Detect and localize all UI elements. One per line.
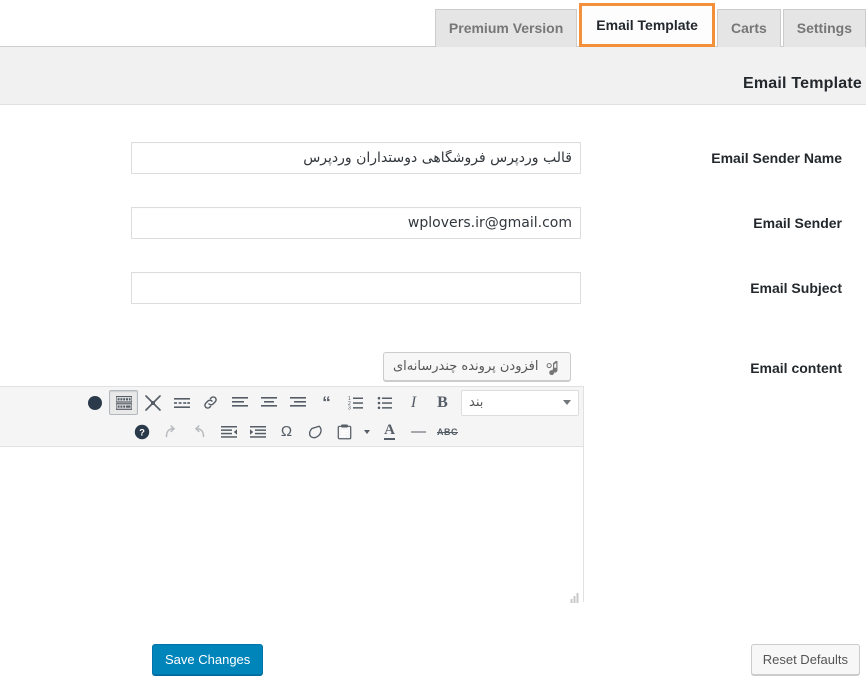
label-email-subject: Email Subject — [750, 280, 842, 296]
tab-premium-version[interactable]: Premium Version — [434, 9, 578, 47]
reset-defaults-button[interactable]: Reset Defaults — [750, 644, 860, 675]
align-right-icon[interactable] — [283, 390, 312, 415]
special-character-icon[interactable]: Ω — [272, 419, 301, 444]
paste-as-text-icon[interactable] — [330, 419, 359, 444]
svg-text:3: 3 — [348, 405, 351, 410]
paragraph-format-value: بند — [469, 395, 484, 410]
editor-resize-handle[interactable] — [568, 591, 580, 603]
tab-carts[interactable]: Carts — [716, 9, 781, 47]
unordered-list-icon[interactable] — [370, 390, 399, 415]
email-subject-input[interactable] — [131, 272, 581, 304]
italic-icon[interactable]: I — [399, 390, 428, 415]
email-sender-input[interactable] — [131, 207, 581, 239]
text-color-icon[interactable]: A — [375, 419, 404, 444]
more-toolbar-icon[interactable] — [80, 390, 109, 415]
rich-text-editor: بند B I 1 2 3 “ ABC — A Ω ? — [0, 386, 584, 605]
ordered-list-icon[interactable]: 1 2 3 — [341, 390, 370, 415]
tab-list: Premium Version Email Template Carts Set… — [433, 3, 866, 47]
tab-settings[interactable]: Settings — [782, 9, 866, 47]
undo-icon[interactable] — [185, 419, 214, 444]
redo-icon[interactable] — [156, 419, 185, 444]
horizontal-rule-icon[interactable]: — — [404, 419, 433, 444]
editor-toolbar: بند B I 1 2 3 “ ABC — A Ω ? — [0, 387, 583, 447]
label-email-sender: Email Sender — [753, 215, 842, 231]
text-color-dropdown-icon[interactable] — [359, 419, 375, 444]
media-icon — [545, 359, 561, 375]
svg-text:?: ? — [139, 427, 145, 438]
email-sender-name-input[interactable] — [131, 142, 581, 174]
tab-email-template[interactable]: Email Template — [579, 3, 715, 47]
outdent-icon[interactable] — [214, 419, 243, 444]
editor-content-area[interactable] — [0, 447, 583, 605]
fullscreen-icon[interactable] — [138, 390, 167, 415]
editor-toolbar-row-2: ABC — A Ω ? — [0, 417, 583, 446]
link-icon[interactable] — [196, 390, 225, 415]
keyboard-shortcuts-icon[interactable]: ? — [127, 419, 156, 444]
editor-toolbar-row-1: بند B I 1 2 3 “ — [0, 388, 583, 417]
toggle-toolbar-icon[interactable] — [109, 390, 138, 415]
clear-formatting-icon[interactable] — [301, 419, 330, 444]
page-title: Email Template — [743, 75, 862, 92]
settings-page: Premium Version Email Template Carts Set… — [0, 0, 866, 683]
tab-bar: Premium Version Email Template Carts Set… — [0, 0, 866, 47]
add-media-label: افزودن پرونده چندرسانه‌ای — [393, 359, 539, 374]
save-changes-button[interactable]: Save Changes — [152, 644, 264, 675]
blockquote-icon[interactable]: “ — [312, 390, 341, 415]
bold-icon[interactable]: B — [428, 390, 457, 415]
section-header-band: Email Template — [0, 47, 866, 105]
add-media-button[interactable]: افزودن پرونده چندرسانه‌ای — [383, 352, 571, 381]
label-email-content: Email content — [750, 360, 842, 376]
chevron-down-icon — [563, 400, 571, 405]
paragraph-format-select[interactable]: بند — [461, 389, 579, 416]
form-footer: Save Changes Reset Defaults — [0, 630, 866, 683]
align-center-icon[interactable] — [254, 390, 283, 415]
indent-icon[interactable] — [243, 419, 272, 444]
strikethrough-icon[interactable]: ABC — [433, 419, 462, 444]
read-more-icon[interactable] — [167, 390, 196, 415]
align-left-icon[interactable] — [225, 390, 254, 415]
label-email-sender-name: Email Sender Name — [711, 150, 842, 166]
